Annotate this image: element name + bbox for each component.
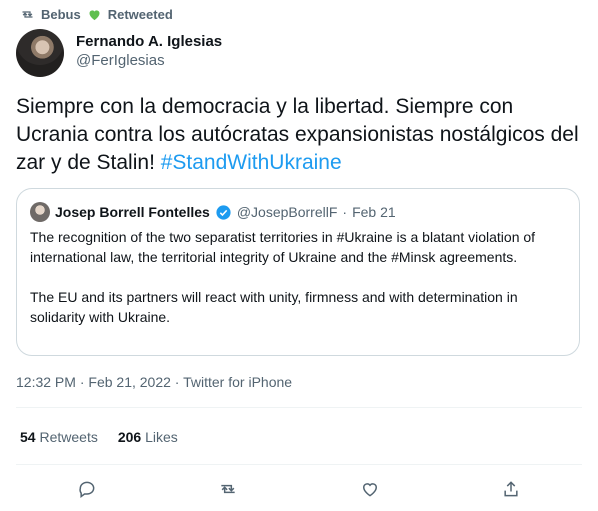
tweet-stats: 54 Retweets 206 Likes	[20, 429, 178, 445]
retweets-label: Retweets	[39, 429, 98, 445]
retweeted-label: Retweeted	[107, 7, 173, 22]
tweet-source[interactable]: Twitter for iPhone	[183, 374, 292, 390]
tweet-date[interactable]: Feb 21, 2022	[88, 374, 171, 390]
meta-separator-1: ·	[79, 374, 85, 390]
divider-top	[16, 407, 582, 408]
tweet-time[interactable]: 12:32 PM	[16, 374, 76, 390]
quote-author-name[interactable]: Josep Borrell Fontelles	[55, 204, 210, 220]
retweet-header: Bebus Retweeted	[20, 7, 173, 22]
retweeter-name[interactable]: Bebus	[41, 7, 81, 22]
quote-separator: ·	[342, 204, 348, 220]
tweet-hashtag[interactable]: #StandWithUkraine	[161, 151, 342, 174]
retweets-stat[interactable]: 54 Retweets	[20, 429, 98, 445]
quote-paragraph-2: The EU and its partners will react with …	[30, 289, 518, 325]
quote-paragraph-1: The recognition of the two separatist te…	[30, 229, 536, 265]
reply-icon[interactable]	[77, 479, 97, 499]
retweet-icon	[22, 11, 33, 18]
retweet-action-icon[interactable]	[218, 479, 238, 499]
author-name[interactable]: Fernando A. Iglesias	[76, 33, 222, 50]
verified-badge-icon	[216, 204, 231, 220]
author-handle[interactable]: @FerIglesias	[76, 52, 222, 69]
green-heart-icon	[89, 10, 100, 21]
retweets-count: 54	[20, 429, 36, 445]
divider-bottom	[16, 464, 582, 465]
tweet-author[interactable]: Fernando A. Iglesias @FerIglesias	[16, 29, 222, 77]
share-icon[interactable]	[501, 479, 521, 499]
quote-body: The recognition of the two separatist te…	[30, 227, 566, 347]
likes-count: 206	[117, 429, 142, 445]
like-icon[interactable]	[360, 479, 380, 499]
quote-author-handle[interactable]: @JosepBorrellF	[237, 204, 338, 220]
meta-separator-2: ·	[174, 374, 180, 390]
quote-header: Josep Borrell Fontelles @JosepBorrellF ·…	[30, 202, 396, 222]
tweet-text: Siempre con la democracia y la libertad.…	[16, 93, 582, 177]
quote-date[interactable]: Feb 21	[352, 204, 396, 220]
quoted-tweet-card[interactable]: Josep Borrell Fontelles @JosepBorrellF ·…	[16, 188, 580, 356]
tweet-meta: 12:32 PM · Feb 21, 2022 · Twitter for iP…	[16, 374, 292, 390]
likes-label: Likes	[145, 429, 178, 445]
tweet-actions	[16, 474, 582, 504]
quote-avatar[interactable]	[30, 202, 50, 222]
author-avatar[interactable]	[16, 29, 64, 77]
likes-stat[interactable]: 206 Likes	[118, 429, 178, 445]
